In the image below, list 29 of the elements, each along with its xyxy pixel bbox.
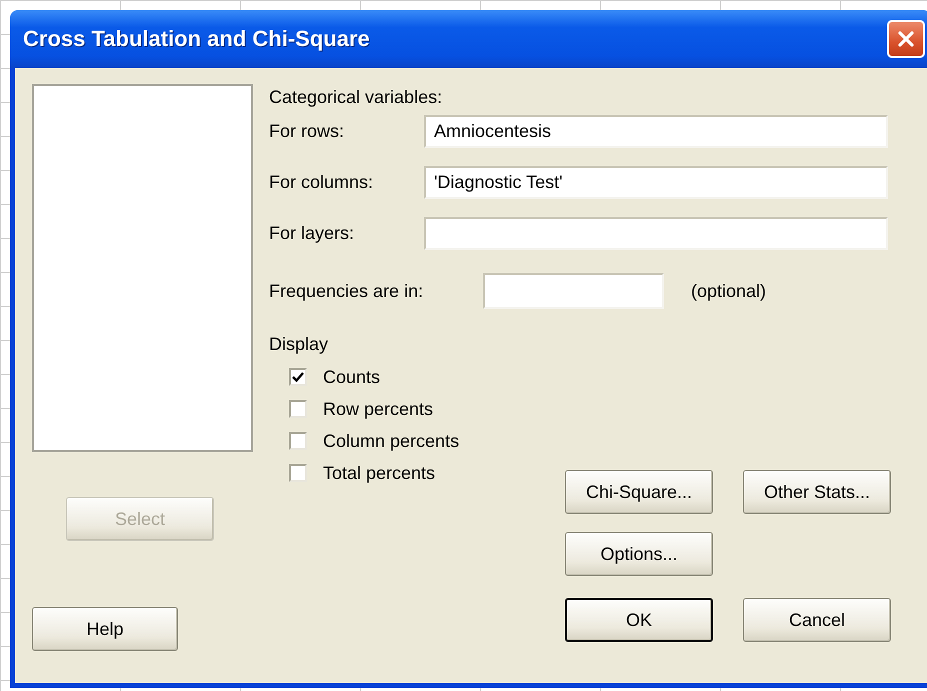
close-icon [896,29,916,49]
checkbox[interactable] [289,368,307,386]
hint-text: (optional) [691,280,766,302]
checkbox-label: Column percents [323,430,460,452]
checkbox[interactable] [289,432,307,450]
section-heading: Display [269,333,330,355]
input-field[interactable]: 'Diagnostic Test' [424,166,888,199]
input-field[interactable]: Amniocentesis [424,115,888,148]
option-button[interactable]: Chi-Square... [565,470,713,514]
variable-list[interactable] [32,84,253,452]
checkbox-label: Counts [323,366,380,388]
checkbox[interactable] [289,400,307,418]
checkbox-label: Row percents [323,398,434,420]
field-label: Frequencies are in: [269,280,424,302]
section-heading: Categorical variables: [269,86,444,108]
field-label: For layers: [269,223,356,244]
dialog-button[interactable]: Cancel [743,598,891,642]
field-label: For columns: [269,172,374,193]
checkbox[interactable] [289,464,307,482]
close-button[interactable] [887,20,925,58]
option-button[interactable]: Other Stats... [743,470,891,514]
help-button[interactable]: Help [32,607,178,651]
checkbox-label: Total percents [323,462,436,484]
window-title: Cross Tabulation and Chi-Square [23,26,370,52]
input-field[interactable] [424,217,888,250]
input-field[interactable] [483,273,664,309]
field-label: For rows: [269,121,346,142]
dialog-button[interactable]: OK [565,598,713,642]
option-button[interactable]: Options... [565,532,713,576]
